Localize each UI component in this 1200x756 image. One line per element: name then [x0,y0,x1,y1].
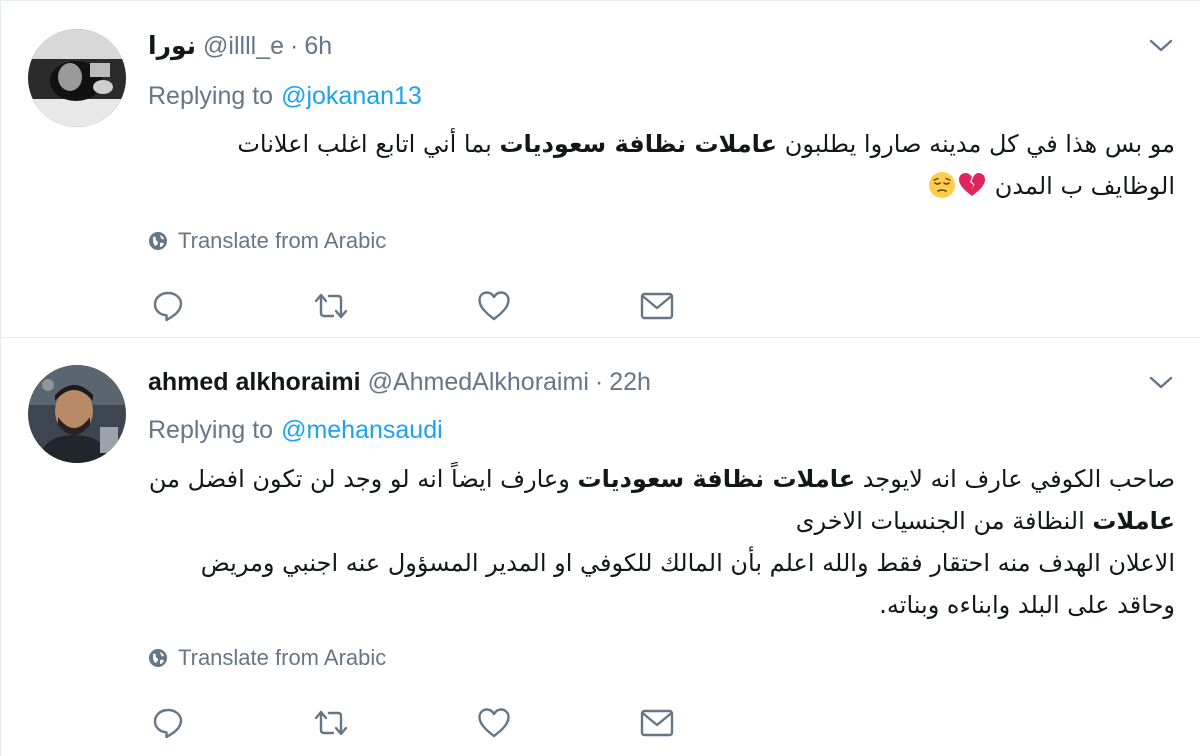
timeline: نورا @illll_e · 6h Replying to @jokanan1… [0,0,1200,756]
reply-to-link[interactable]: @jokanan13 [281,82,422,111]
tweet-text-bold: عاملات نظافة سعوديات [499,130,778,158]
tweet-header: ahmed alkhoraimi @AhmedAlkhoraimi · 22h [148,365,651,399]
direct-message-icon[interactable] [637,286,677,326]
tweet-header: نورا @illll_e · 6h [148,29,332,63]
direct-message-icon[interactable] [637,703,677,743]
reply-context: Replying to @jokanan13 [148,79,422,113]
timestamp[interactable]: 22h [609,368,651,397]
tweet-text-part: النظافة من الجنسيات الاخرى [795,507,1093,535]
tweet[interactable]: نورا @illll_e · 6h Replying to @jokanan1… [1,0,1200,338]
tweet-text: مو بس هذا في كل مدينه صاروا يطلبون عاملا… [148,123,1175,207]
tweet-text-part: وعارف ايضاً انه لو وجد لن تكون افضل من [148,465,578,493]
retweet-icon[interactable] [311,703,351,743]
retweet-icon[interactable] [311,286,351,326]
tweet-text-part: صاحب الكوفي عارف انه لايوجد [855,465,1175,493]
timestamp[interactable]: 6h [304,32,332,61]
avatar[interactable] [28,365,126,463]
screenname[interactable]: @illll_e [203,32,284,61]
translate-link[interactable]: Translate from Arabic [148,643,386,673]
fullname[interactable]: نورا [148,31,196,61]
tweet-text-part: مو بس هذا في كل مدينه صاروا يطلبون [777,130,1175,158]
tweet-actions [148,286,677,326]
avatar[interactable] [28,29,126,127]
tweet-text: صاحب الكوفي عارف انه لايوجد عاملات نظافة… [148,458,1175,626]
avatar-image [28,29,126,127]
chevron-down-icon[interactable] [1147,32,1175,60]
separator-dot: · [290,31,299,60]
tweet-text-bold: عاملات نظافة سعوديات [577,465,856,493]
chevron-down-icon[interactable] [1147,369,1175,397]
reply-label: Replying to [148,81,274,110]
tweet-text-part: الاعلان الهدف منه احتقار فقط والله اعلم … [200,549,1175,619]
reply-icon[interactable] [148,286,188,326]
fullname[interactable]: ahmed alkhoraimi [148,368,361,397]
reply-icon[interactable] [148,703,188,743]
broken-heart-emoji [958,170,986,198]
like-icon[interactable] [474,703,514,743]
reply-context: Replying to @mehansaudi [148,413,443,447]
reply-to-link[interactable]: @mehansaudi [281,416,443,445]
reply-label: Replying to [148,415,274,444]
pensive-face-emoji [928,170,956,198]
tweet[interactable]: ahmed alkhoraimi @AhmedAlkhoraimi · 22h … [1,338,1200,756]
screenname[interactable]: @AhmedAlkhoraimi [368,368,589,397]
tweet-text-bold: عاملات [1092,507,1175,535]
translate-link[interactable]: Translate from Arabic [148,226,386,256]
avatar-image [28,365,126,463]
like-icon[interactable] [474,286,514,326]
separator-dot: · [594,367,604,396]
translate-label: Translate from Arabic [178,228,387,253]
globe-icon [149,649,167,667]
globe-icon [149,232,167,250]
tweet-actions [148,703,677,743]
translate-label: Translate from Arabic [178,645,387,670]
